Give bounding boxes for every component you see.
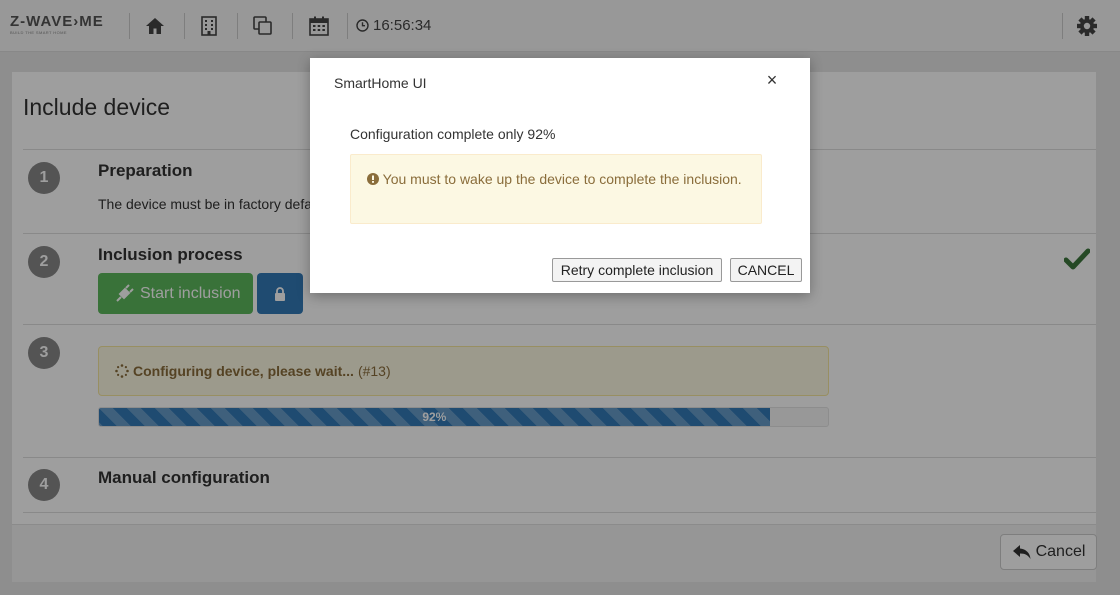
retry-complete-inclusion-button[interactable]: Retry complete inclusion xyxy=(552,258,722,282)
wakeup-alert: You must to wake up the device to comple… xyxy=(350,154,762,224)
inclusion-modal: SmartHome UI × Configuration complete on… xyxy=(310,58,810,293)
wakeup-alert-text: You must to wake up the device to comple… xyxy=(382,171,742,187)
modal-cancel-button[interactable]: CANCEL xyxy=(730,258,802,282)
modal-title: SmartHome UI xyxy=(334,75,427,91)
exclamation-circle-icon xyxy=(367,173,379,185)
close-icon[interactable]: × xyxy=(762,70,782,90)
modal-message: Configuration complete only 92% xyxy=(350,126,556,142)
